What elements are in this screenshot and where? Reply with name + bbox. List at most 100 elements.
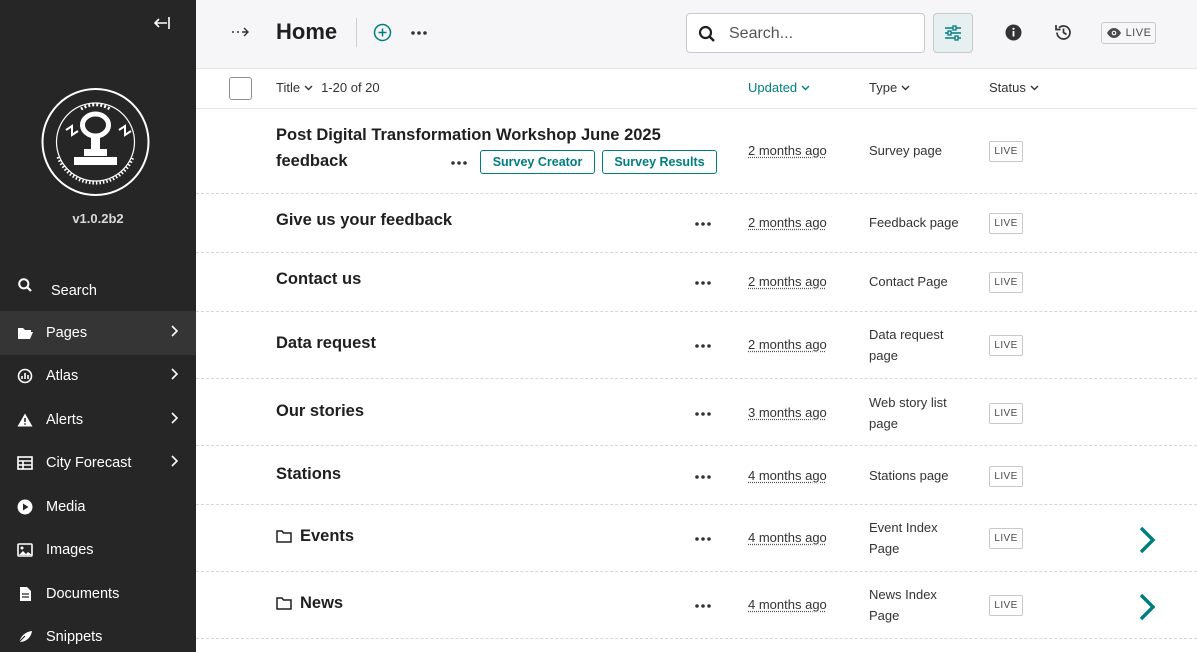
sidebar-item-alerts[interactable]: Alerts [0, 398, 196, 442]
page-title-link[interactable]: Contact us [276, 266, 361, 292]
collapse-sidebar-icon[interactable] [153, 15, 173, 33]
chevron-right-icon[interactable] [1136, 525, 1158, 555]
more-actions-icon[interactable] [694, 341, 712, 351]
chevron-down-icon [801, 85, 810, 90]
page-type: News Index Page [869, 584, 979, 626]
sidebar-item-city-forecast[interactable]: City Forecast [0, 442, 196, 486]
sidebar-item-pages[interactable]: Pages [0, 311, 196, 355]
sidebar-item-documents[interactable]: Documents [0, 572, 196, 616]
sidebar-item-atlas[interactable]: Atlas [0, 355, 196, 399]
more-actions-icon[interactable] [694, 534, 712, 544]
page-type: Contact Page [869, 274, 948, 289]
search-icon [16, 276, 34, 294]
sidebar-item-search[interactable]: Search [0, 265, 196, 311]
breadcrumb-expand-icon[interactable] [231, 24, 251, 42]
row-title: Events [300, 527, 355, 545]
info-icon[interactable] [1005, 24, 1022, 46]
page-type: Stations page [869, 468, 949, 483]
page-header: Home LIVE [196, 0, 1197, 69]
folder-icon [276, 525, 292, 551]
sidebar-item-label: Atlas [46, 368, 79, 385]
live-status-badge[interactable]: LIVE [1101, 22, 1156, 44]
column-type[interactable]: Type [869, 80, 910, 95]
column-status[interactable]: Status [989, 80, 1039, 95]
sidebar-item-images[interactable]: Images [0, 529, 196, 573]
table-row[interactable]: News 4 months ago News Index Page LIVE [196, 572, 1197, 639]
sidebar-item-media[interactable]: Media [0, 485, 196, 529]
filter-button[interactable] [933, 13, 973, 53]
survey-results-button[interactable]: Survey Results [602, 150, 717, 174]
page-title-link[interactable]: Events [276, 523, 354, 551]
sliders-icon [945, 25, 961, 41]
page-type-line: page [869, 416, 898, 431]
status-badge[interactable]: LIVE [989, 213, 1023, 234]
chevron-right-icon [170, 368, 179, 384]
updated-time[interactable]: 2 months ago [748, 274, 827, 289]
page-title-link[interactable]: Data request [276, 330, 376, 356]
sidebar: v1.0.2b2 Search Pages Atlas Alerts City … [0, 0, 196, 652]
updated-time[interactable]: 4 months ago [748, 468, 827, 483]
table-icon [16, 454, 34, 472]
page-listing: Post Digital Transformation Workshop Jun… [196, 109, 1197, 639]
row-title: News [300, 594, 344, 612]
search-input[interactable] [729, 22, 914, 46]
column-title-label: Title [276, 80, 301, 95]
page-title: Home [276, 19, 338, 44]
updated-time[interactable]: 4 months ago [748, 597, 827, 612]
status-badge[interactable]: LIVE [989, 595, 1023, 616]
column-title[interactable]: Title 1-20 of 20 [276, 80, 380, 95]
more-actions-icon[interactable] [694, 409, 712, 419]
chevron-right-icon [170, 412, 179, 428]
status-badge[interactable]: LIVE [989, 466, 1023, 487]
page-title-link[interactable]: News [276, 590, 343, 618]
table-row[interactable]: Contact us 2 months ago Contact Page LIV… [196, 253, 1197, 312]
sidebar-item-label: Pages [46, 324, 88, 341]
table-row[interactable]: Events 4 months ago Event Index Page LIV… [196, 505, 1197, 572]
sidebar-item-label: Snippets [46, 629, 103, 646]
table-row[interactable]: Post Digital Transformation Workshop Jun… [196, 109, 1197, 194]
sidebar-item-snippets[interactable]: Snippets [0, 616, 196, 652]
updated-time[interactable]: 2 months ago [748, 143, 827, 158]
version-label: v1.0.2b2 [72, 211, 124, 226]
chevron-right-icon[interactable] [1136, 592, 1158, 622]
select-all-checkbox[interactable] [229, 77, 252, 100]
status-badge[interactable]: LIVE [989, 528, 1023, 549]
snippet-icon [16, 628, 34, 646]
survey-creator-button[interactable]: Survey Creator [480, 150, 595, 174]
more-actions-icon[interactable] [694, 601, 712, 611]
page-title-link[interactable]: Stations [276, 461, 341, 487]
updated-time[interactable]: 3 months ago [748, 405, 827, 420]
logo[interactable] [40, 85, 151, 199]
chevron-right-icon [170, 325, 179, 341]
status-badge[interactable]: LIVE [989, 335, 1023, 356]
status-badge[interactable]: LIVE [989, 272, 1023, 293]
status-badge[interactable]: LIVE [989, 141, 1023, 162]
column-updated[interactable]: Updated [748, 80, 810, 95]
table-row[interactable]: Give us your feedback 2 months ago Feedb… [196, 194, 1197, 253]
page-title-link[interactable]: Give us your feedback [276, 207, 452, 233]
table-row[interactable]: Our stories 3 months ago Web story list … [196, 379, 1197, 446]
page-type: Feedback page [869, 215, 959, 230]
page-title-link[interactable]: Our stories [276, 398, 364, 424]
search-field[interactable] [686, 13, 925, 53]
page-type-line: Web story list [869, 395, 947, 410]
results-count: 1-20 of 20 [321, 80, 380, 95]
table-row[interactable]: Data request 2 months ago Data request p… [196, 312, 1197, 379]
updated-time[interactable]: 2 months ago [748, 215, 827, 230]
more-actions-icon[interactable] [694, 219, 712, 229]
play-icon [16, 498, 34, 516]
page-type-line: Page [869, 541, 900, 556]
table-row[interactable]: Stations 4 months ago Stations page LIVE [196, 446, 1197, 505]
sidebar-item-label: Search [51, 283, 97, 299]
status-badge[interactable]: LIVE [989, 403, 1023, 424]
page-type-line: News Index [869, 587, 937, 602]
updated-time[interactable]: 4 months ago [748, 530, 827, 545]
sidebar-item-label: Documents [46, 585, 120, 602]
more-actions-icon[interactable] [450, 158, 468, 168]
updated-time[interactable]: 2 months ago [748, 337, 827, 352]
history-icon[interactable] [1054, 23, 1073, 47]
add-child-page-icon[interactable] [373, 23, 392, 42]
more-actions-icon[interactable] [410, 25, 428, 41]
more-actions-icon[interactable] [694, 472, 712, 482]
more-actions-icon[interactable] [694, 278, 712, 288]
